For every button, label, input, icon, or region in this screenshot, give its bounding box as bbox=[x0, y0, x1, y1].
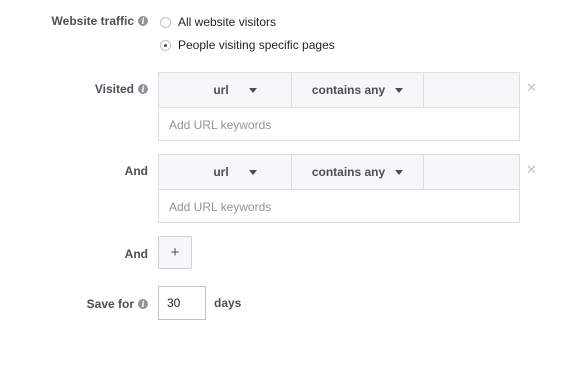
radio-all-visitors[interactable]: All website visitors bbox=[160, 15, 276, 29]
visited-label-text: Visited bbox=[94, 82, 134, 96]
chevron-down-icon bbox=[248, 87, 257, 93]
visited-label: Visited i bbox=[95, 82, 148, 96]
chevron-down-icon bbox=[248, 169, 257, 175]
rule-empty-cell bbox=[424, 155, 519, 189]
close-icon[interactable]: ✕ bbox=[526, 163, 537, 176]
rule-and: url contains any bbox=[158, 154, 520, 223]
field-dropdown-label: url bbox=[213, 165, 229, 179]
save-days-input[interactable] bbox=[158, 286, 206, 320]
add-rule-button[interactable]: + bbox=[158, 236, 192, 269]
save-for-label-text: Save for bbox=[86, 297, 134, 311]
website-traffic-label-text: Website traffic bbox=[51, 14, 134, 28]
url-keywords-field[interactable] bbox=[159, 190, 519, 223]
operator-dropdown-label: contains any bbox=[311, 83, 386, 97]
radio-specific-pages[interactable]: People visiting specific pages bbox=[160, 38, 335, 52]
chevron-down-icon bbox=[395, 169, 404, 175]
radio-all-visitors-circle[interactable] bbox=[160, 16, 171, 28]
url-keywords-field[interactable] bbox=[159, 108, 519, 141]
operator-dropdown[interactable]: contains any bbox=[292, 155, 424, 189]
radio-all-visitors-label: All website visitors bbox=[178, 15, 277, 29]
chevron-down-icon bbox=[395, 87, 404, 93]
rule-visited: url contains any bbox=[158, 72, 520, 141]
info-icon[interactable]: i bbox=[138, 84, 148, 94]
field-dropdown-label: url bbox=[213, 83, 229, 97]
radio-specific-pages-circle[interactable] bbox=[160, 39, 171, 51]
and-label: And bbox=[125, 164, 148, 178]
plus-icon: + bbox=[170, 244, 180, 261]
save-for-label: Save for i bbox=[87, 297, 148, 311]
close-icon[interactable]: ✕ bbox=[526, 81, 537, 94]
days-unit-label: days bbox=[214, 296, 242, 310]
field-dropdown[interactable]: url bbox=[159, 73, 292, 107]
website-traffic-label: Website traffic i bbox=[52, 14, 148, 28]
field-dropdown[interactable]: url bbox=[159, 155, 292, 189]
operator-dropdown[interactable]: contains any bbox=[292, 73, 424, 107]
add-and-label: And bbox=[125, 247, 148, 261]
rule-and-header: url contains any bbox=[159, 155, 519, 190]
radio-specific-pages-label: People visiting specific pages bbox=[178, 38, 335, 52]
info-icon[interactable]: i bbox=[138, 299, 148, 309]
url-keywords-input[interactable] bbox=[169, 117, 499, 132]
and-label-text: And bbox=[124, 164, 148, 178]
add-and-label-text: And bbox=[124, 247, 148, 261]
operator-dropdown-label: contains any bbox=[311, 165, 386, 179]
rule-empty-cell bbox=[424, 73, 519, 107]
rule-visited-header: url contains any bbox=[159, 73, 519, 108]
url-keywords-input[interactable] bbox=[169, 199, 499, 214]
info-icon[interactable]: i bbox=[138, 16, 148, 26]
